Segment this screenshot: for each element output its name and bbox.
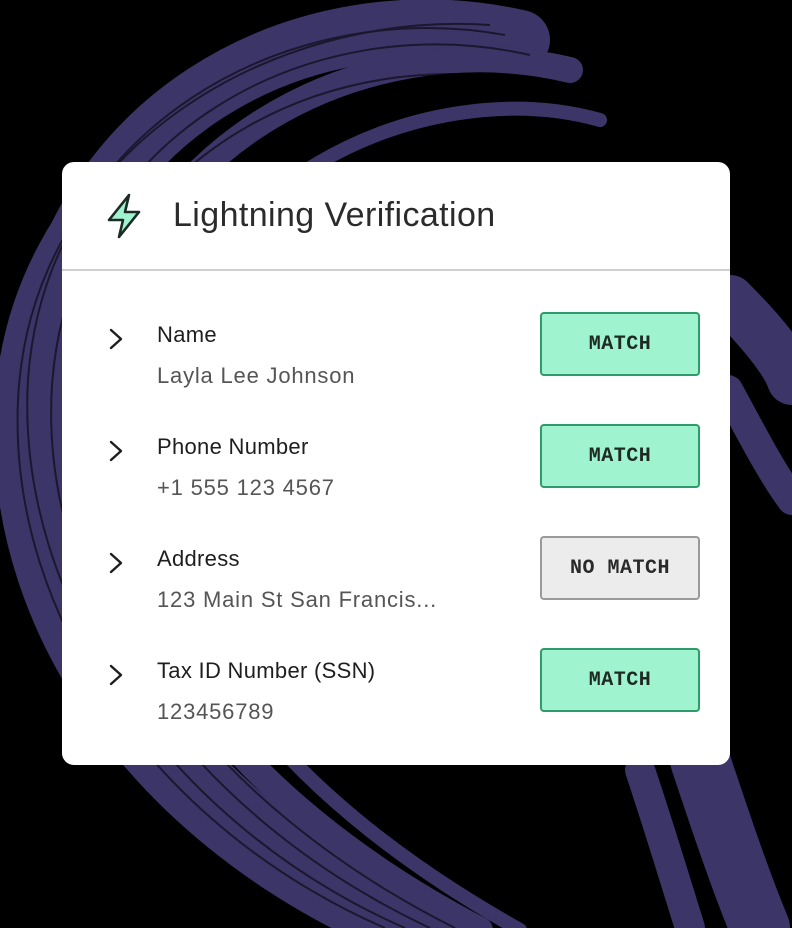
field-row-phone-number[interactable]: Phone Number +1 555 123 4567 MATCH xyxy=(62,424,730,514)
match-status-badge: MATCH xyxy=(540,648,700,712)
field-label: Address xyxy=(157,546,240,571)
field-value: +1 555 123 4567 xyxy=(157,475,335,500)
chevron-right-icon[interactable] xyxy=(107,440,125,462)
field-label: Tax ID Number (SSN) xyxy=(157,658,376,683)
field-row-name[interactable]: Name Layla Lee Johnson MATCH xyxy=(62,312,730,402)
no-match-status-badge: NO MATCH xyxy=(540,536,700,600)
field-row-address[interactable]: Address 123 Main St San Francis... NO MA… xyxy=(62,536,730,626)
verification-card: Lightning Verification Name Layla Lee Jo… xyxy=(62,162,730,765)
field-value: 123456789 xyxy=(157,699,275,724)
field-row-tax-id[interactable]: Tax ID Number (SSN) 123456789 MATCH xyxy=(62,648,730,738)
chevron-right-icon[interactable] xyxy=(107,328,125,350)
lightning-bolt-icon xyxy=(107,193,141,238)
match-status-badge: MATCH xyxy=(540,312,700,376)
card-header: Lightning Verification xyxy=(62,162,730,271)
chevron-right-icon[interactable] xyxy=(107,664,125,686)
field-value: Layla Lee Johnson xyxy=(157,363,356,388)
match-status-badge: MATCH xyxy=(540,424,700,488)
field-label: Name xyxy=(157,322,217,347)
card-title: Lightning Verification xyxy=(173,196,496,234)
field-value: 123 Main St San Francis... xyxy=(157,587,438,612)
chevron-right-icon[interactable] xyxy=(107,552,125,574)
field-label: Phone Number xyxy=(157,434,309,459)
